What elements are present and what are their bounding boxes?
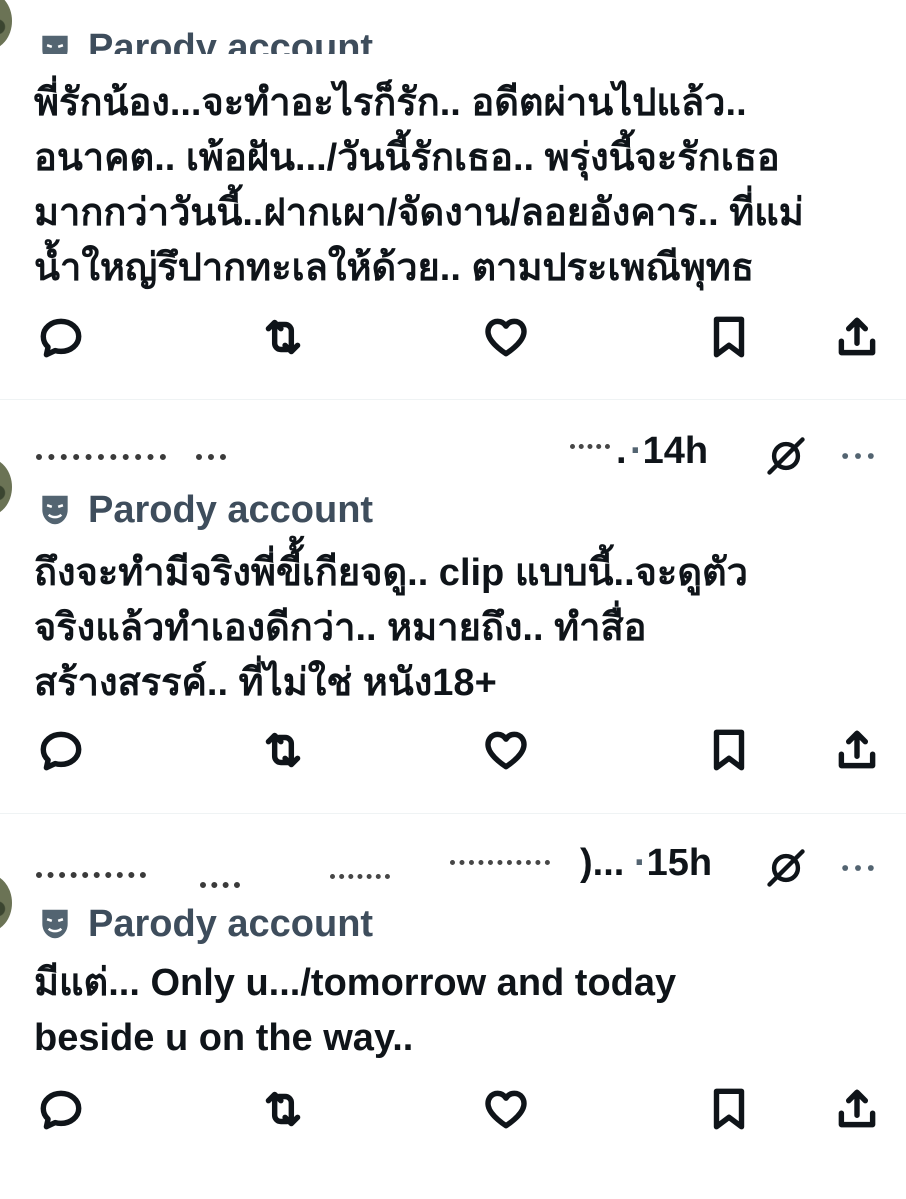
bookmark-icon <box>713 729 745 771</box>
blurred-display-name <box>36 872 146 900</box>
tweet-header: . ·14h <box>0 426 906 476</box>
share-icon <box>838 317 876 356</box>
heart-icon <box>485 1090 527 1129</box>
tweet-actions <box>0 725 906 781</box>
parody-mask-icon <box>42 35 68 54</box>
avatar[interactable] <box>0 0 12 50</box>
blurred-display-name <box>36 454 166 482</box>
reply-icon <box>40 318 82 358</box>
repost-button[interactable] <box>258 1084 308 1134</box>
share-button[interactable] <box>832 725 882 775</box>
parody-label: Parody account <box>88 488 374 531</box>
share-button[interactable] <box>832 1084 882 1134</box>
tweet-2[interactable]: . ·14h Parody account ถึงจะทำมีจริงพี่ขี… <box>0 400 906 812</box>
reply-button[interactable] <box>36 725 86 775</box>
handle-ellipsis: . <box>616 430 627 472</box>
parody-mask-icon <box>42 909 68 939</box>
tweet-1[interactable]: Parody account พี่รักน้อง...จะทำอะไรก็รั… <box>0 0 906 398</box>
reply-icon <box>40 1090 82 1130</box>
like-button[interactable] <box>481 1084 531 1134</box>
tweet-3[interactable]: )... ·15h Parody account มีแต่... Only u… <box>0 814 906 1199</box>
time-separator: · <box>630 430 643 472</box>
tweet-header: )... ·15h <box>0 838 906 888</box>
blurred-handle <box>330 874 390 897</box>
grok-icon[interactable] <box>764 434 808 478</box>
heart-icon <box>485 318 527 357</box>
handle-ellipsis: )... <box>580 842 625 884</box>
share-icon <box>838 730 876 769</box>
repost-button[interactable] <box>258 725 308 775</box>
parody-label-row: Parody account <box>36 900 373 948</box>
time-separator: · <box>634 842 647 884</box>
repost-icon <box>265 319 301 355</box>
timestamp[interactable]: ·15h <box>634 842 712 885</box>
blurred-header-remnant <box>60 0 760 12</box>
heart-icon <box>485 731 527 770</box>
parody-mask-icon <box>42 495 68 525</box>
time-value: 15h <box>646 842 713 884</box>
tweet-text: ถึงจะทำมีจริงพี่ขี้้เกียจดู.. clip แบบนี… <box>34 552 749 704</box>
blurred-handle-2 <box>450 860 550 883</box>
bookmark-icon <box>713 1088 745 1130</box>
parody-label: Parody account <box>88 27 374 54</box>
bookmark-icon <box>713 316 745 358</box>
parody-label-row: Parody account <box>36 14 373 54</box>
tweet-text: พี่รักน้อง...จะทำอะไรก็รัก.. อดีตผ่านไปแ… <box>34 82 804 289</box>
blurred-handle <box>570 444 610 467</box>
like-button[interactable] <box>481 312 531 362</box>
share-icon <box>838 1089 876 1128</box>
more-icon[interactable] <box>836 434 880 478</box>
reply-button[interactable] <box>36 312 86 362</box>
repost-icon <box>265 1091 301 1127</box>
share-button[interactable] <box>832 312 882 362</box>
timestamp[interactable]: ·14h <box>630 430 708 473</box>
reply-icon <box>40 731 82 771</box>
time-value: 14h <box>642 430 709 472</box>
tweet-actions <box>0 1084 906 1140</box>
more-icon[interactable] <box>836 846 880 890</box>
bookmark-button[interactable] <box>704 312 754 362</box>
tweet-text: มีแต่... Only u.../tomorrow and today be… <box>34 962 677 1059</box>
parody-label: Parody account <box>88 902 374 945</box>
bookmark-button[interactable] <box>704 1084 754 1134</box>
grok-icon[interactable] <box>764 846 808 890</box>
blurred-username <box>196 454 226 482</box>
repost-button[interactable] <box>258 312 308 362</box>
repost-icon <box>265 732 301 768</box>
parody-label-row: Parody account <box>36 486 373 534</box>
reply-button[interactable] <box>36 1084 86 1134</box>
bookmark-button[interactable] <box>704 725 754 775</box>
tweet-actions <box>0 312 906 368</box>
like-button[interactable] <box>481 725 531 775</box>
